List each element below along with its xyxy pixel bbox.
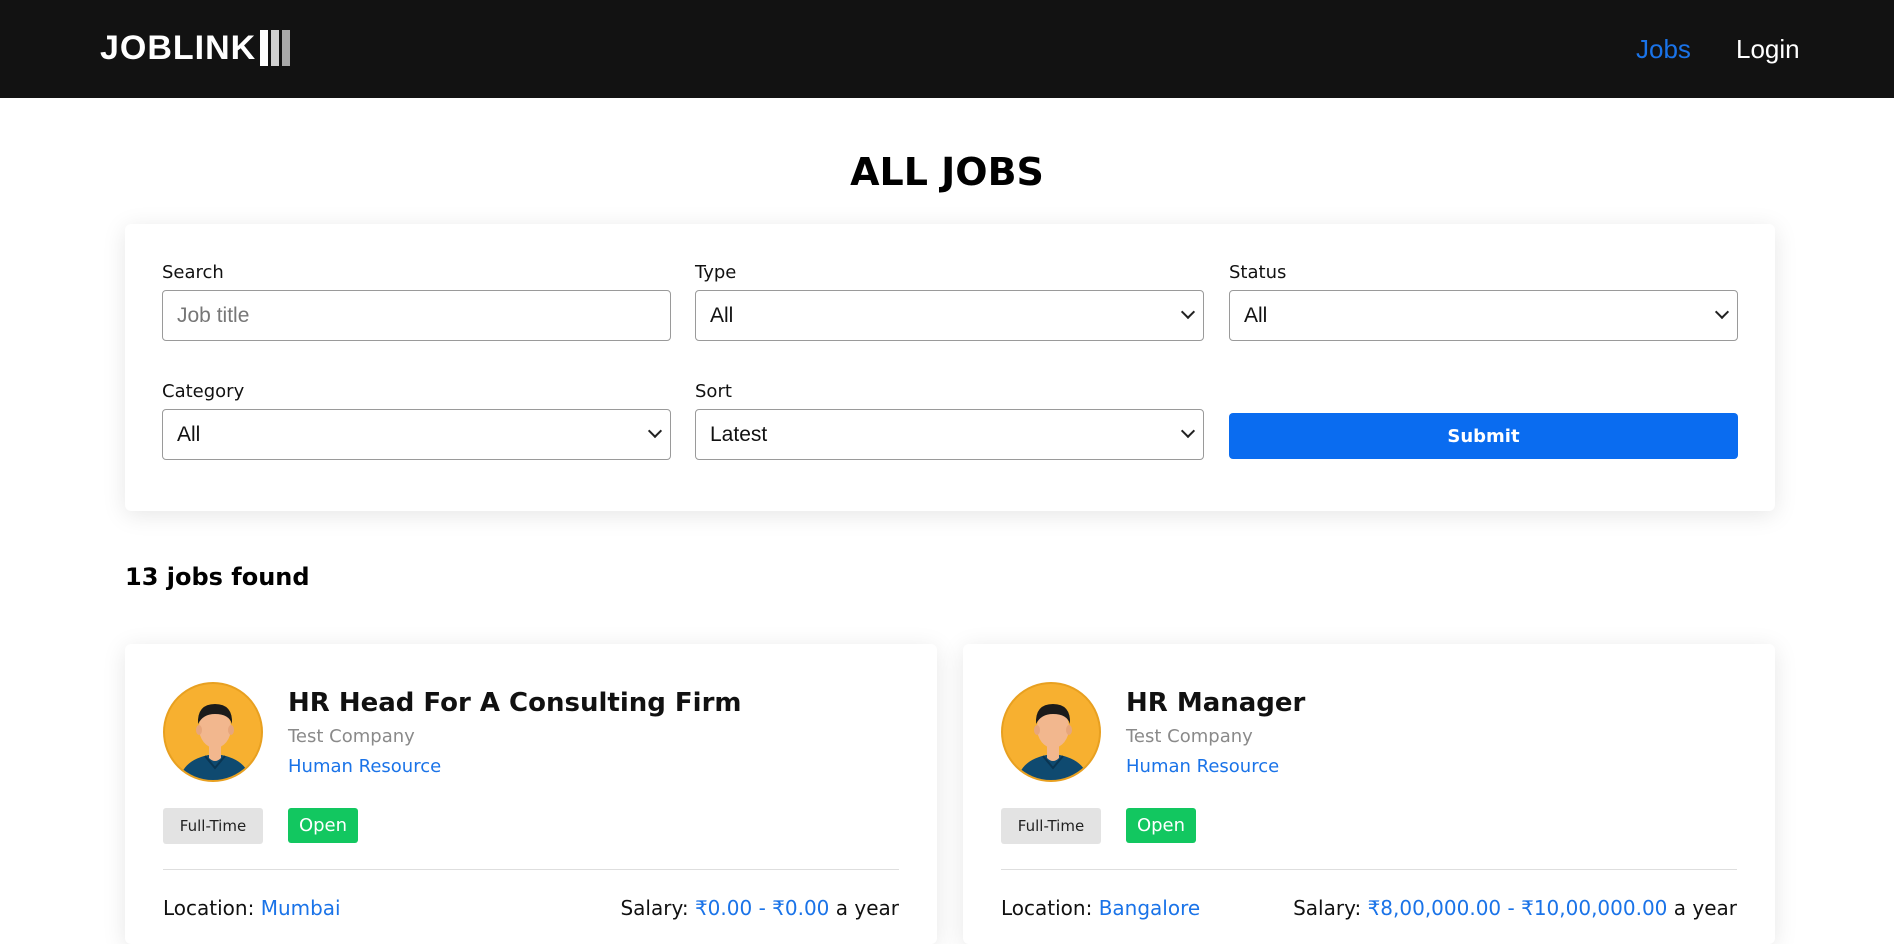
salary-period: a year — [1673, 896, 1737, 920]
salary-label: Salary: — [620, 896, 689, 920]
job-salary: Salary: ₹0.00 - ₹0.00 a year — [620, 896, 899, 920]
location-label: Location: — [1001, 896, 1093, 920]
type-select-value: All — [710, 303, 734, 327]
sort-select[interactable]: Latest — [695, 409, 1204, 460]
job-location: Location: Mumbai — [163, 896, 341, 920]
barcode-icon — [260, 30, 291, 66]
job-type-badge: Full-Time — [1001, 808, 1101, 844]
search-input[interactable]: Job title — [162, 290, 671, 341]
navbar: JOBLINK Jobs Login — [0, 0, 1894, 98]
category-select-value: All — [177, 422, 201, 446]
nav-link-jobs[interactable]: Jobs — [1636, 34, 1691, 65]
type-select[interactable]: All — [695, 290, 1204, 341]
company-name: Test Company — [1126, 726, 1253, 747]
job-type-badge: Full-Time — [163, 808, 263, 844]
brand-logo[interactable]: JOBLINK — [100, 28, 291, 68]
salary-value: ₹8,00,000.00 - ₹10,00,000.00 — [1367, 896, 1668, 920]
chevron-down-icon — [1180, 423, 1196, 439]
sort-field: Sort Latest — [695, 381, 1204, 460]
sort-label: Sort — [695, 381, 732, 402]
salary-label: Salary: — [1293, 896, 1362, 920]
status-field: Status All — [1229, 262, 1738, 341]
company-name: Test Company — [288, 726, 415, 747]
job-salary: Salary: ₹8,00,000.00 - ₹10,00,000.00 a y… — [1293, 896, 1737, 920]
chevron-down-icon — [1180, 304, 1196, 320]
type-field: Type All — [695, 262, 1204, 341]
job-location: Location: Bangalore — [1001, 896, 1200, 920]
job-card[interactable]: HR Head For A Consulting Firm Test Compa… — [125, 644, 937, 944]
category-field: Category All — [162, 381, 671, 460]
category-select[interactable]: All — [162, 409, 671, 460]
job-category-link[interactable]: Human Resource — [1126, 756, 1279, 777]
company-avatar-icon — [163, 682, 263, 782]
chevron-down-icon — [647, 423, 663, 439]
location-label: Location: — [163, 896, 255, 920]
location-value[interactable]: Mumbai — [261, 896, 341, 920]
job-status-badge: Open — [288, 808, 358, 843]
category-label: Category — [162, 381, 245, 402]
card-divider — [1001, 869, 1737, 870]
job-title[interactable]: HR Head For A Consulting Firm — [288, 688, 742, 718]
salary-value: ₹0.00 - ₹0.00 — [694, 896, 830, 920]
chevron-down-icon — [1714, 304, 1730, 320]
nav-link-login[interactable]: Login — [1736, 34, 1800, 65]
job-status-badge: Open — [1126, 808, 1196, 843]
job-title[interactable]: HR Manager — [1126, 688, 1305, 718]
job-card[interactable]: HR Manager Test Company Human Resource F… — [963, 644, 1775, 944]
status-select[interactable]: All — [1229, 290, 1738, 341]
company-avatar-icon — [1001, 682, 1101, 782]
status-label: Status — [1229, 262, 1287, 283]
salary-period: a year — [835, 896, 899, 920]
location-value[interactable]: Bangalore — [1099, 896, 1200, 920]
status-select-value: All — [1244, 303, 1268, 327]
card-divider — [163, 869, 899, 870]
submit-button[interactable]: Submit — [1229, 413, 1738, 459]
filter-panel: Search Job title Type All Status All Cat… — [125, 224, 1775, 511]
search-field: Search Job title — [162, 262, 671, 341]
search-label: Search — [162, 262, 224, 283]
brand-name: JOBLINK — [100, 28, 257, 67]
page-title: ALL JOBS — [850, 150, 1044, 194]
jobs-count: 13 jobs found — [125, 563, 310, 591]
type-label: Type — [695, 262, 737, 283]
job-category-link[interactable]: Human Resource — [288, 756, 441, 777]
sort-select-value: Latest — [710, 422, 768, 446]
